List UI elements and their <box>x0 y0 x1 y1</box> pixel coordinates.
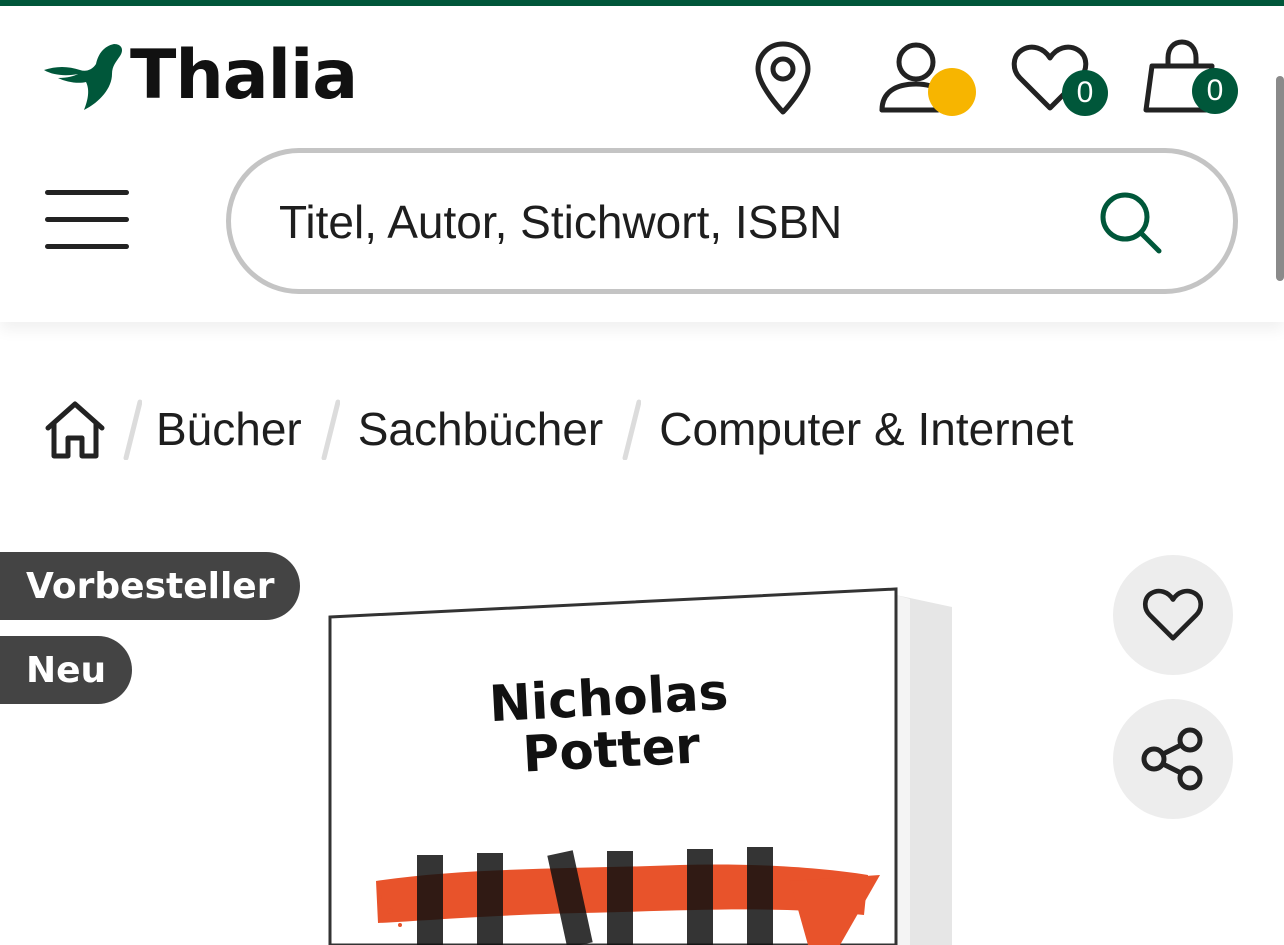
breadcrumb-separator <box>321 399 340 460</box>
breadcrumb: Bücher Sachbücher Computer & Internet <box>44 396 1073 462</box>
wishlist-count-badge: 0 <box>1062 70 1108 116</box>
store-locator-button[interactable] <box>752 40 814 118</box>
search-bar <box>226 148 1238 294</box>
breadcrumb-item-buecher[interactable]: Bücher <box>156 402 302 456</box>
breadcrumb-separator <box>622 399 642 460</box>
logo-wordmark: Thalia <box>130 36 358 115</box>
add-to-wishlist-button[interactable] <box>1113 555 1233 675</box>
cart-count-badge: 0 <box>1192 68 1238 114</box>
breadcrumb-home[interactable] <box>44 398 106 460</box>
wishlist-button[interactable]: 0 <box>1010 42 1110 118</box>
thalia-logo[interactable]: Thalia <box>42 36 358 115</box>
page-scrollbar[interactable] <box>1276 76 1284 281</box>
tag-neu: Neu <box>0 636 133 704</box>
book-cover-author: Nicholas Potter <box>487 662 730 784</box>
hamburger-menu-icon <box>45 190 129 195</box>
share-icon <box>1141 727 1203 791</box>
home-icon <box>45 401 105 459</box>
heart-icon <box>1142 588 1204 641</box>
tag-vorbesteller: Vorbesteller <box>0 552 301 620</box>
cart-button[interactable]: 0 <box>1142 38 1246 118</box>
account-status-dot <box>928 68 976 116</box>
search-icon <box>1100 192 1162 254</box>
breadcrumb-separator <box>123 399 142 460</box>
breadcrumb-item-sachbuecher[interactable]: Sachbücher <box>358 402 604 456</box>
breadcrumb-item-computer-internet[interactable]: Computer & Internet <box>659 402 1073 456</box>
search-input[interactable] <box>279 187 909 257</box>
account-button[interactable] <box>878 40 982 120</box>
main-menu-button[interactable] <box>45 190 129 250</box>
site-header: Thalia 0 0 <box>0 6 1284 322</box>
search-button[interactable] <box>1097 189 1167 259</box>
location-pin-icon <box>755 41 811 115</box>
share-button[interactable] <box>1113 699 1233 819</box>
mermaid-logo-icon <box>44 44 122 110</box>
